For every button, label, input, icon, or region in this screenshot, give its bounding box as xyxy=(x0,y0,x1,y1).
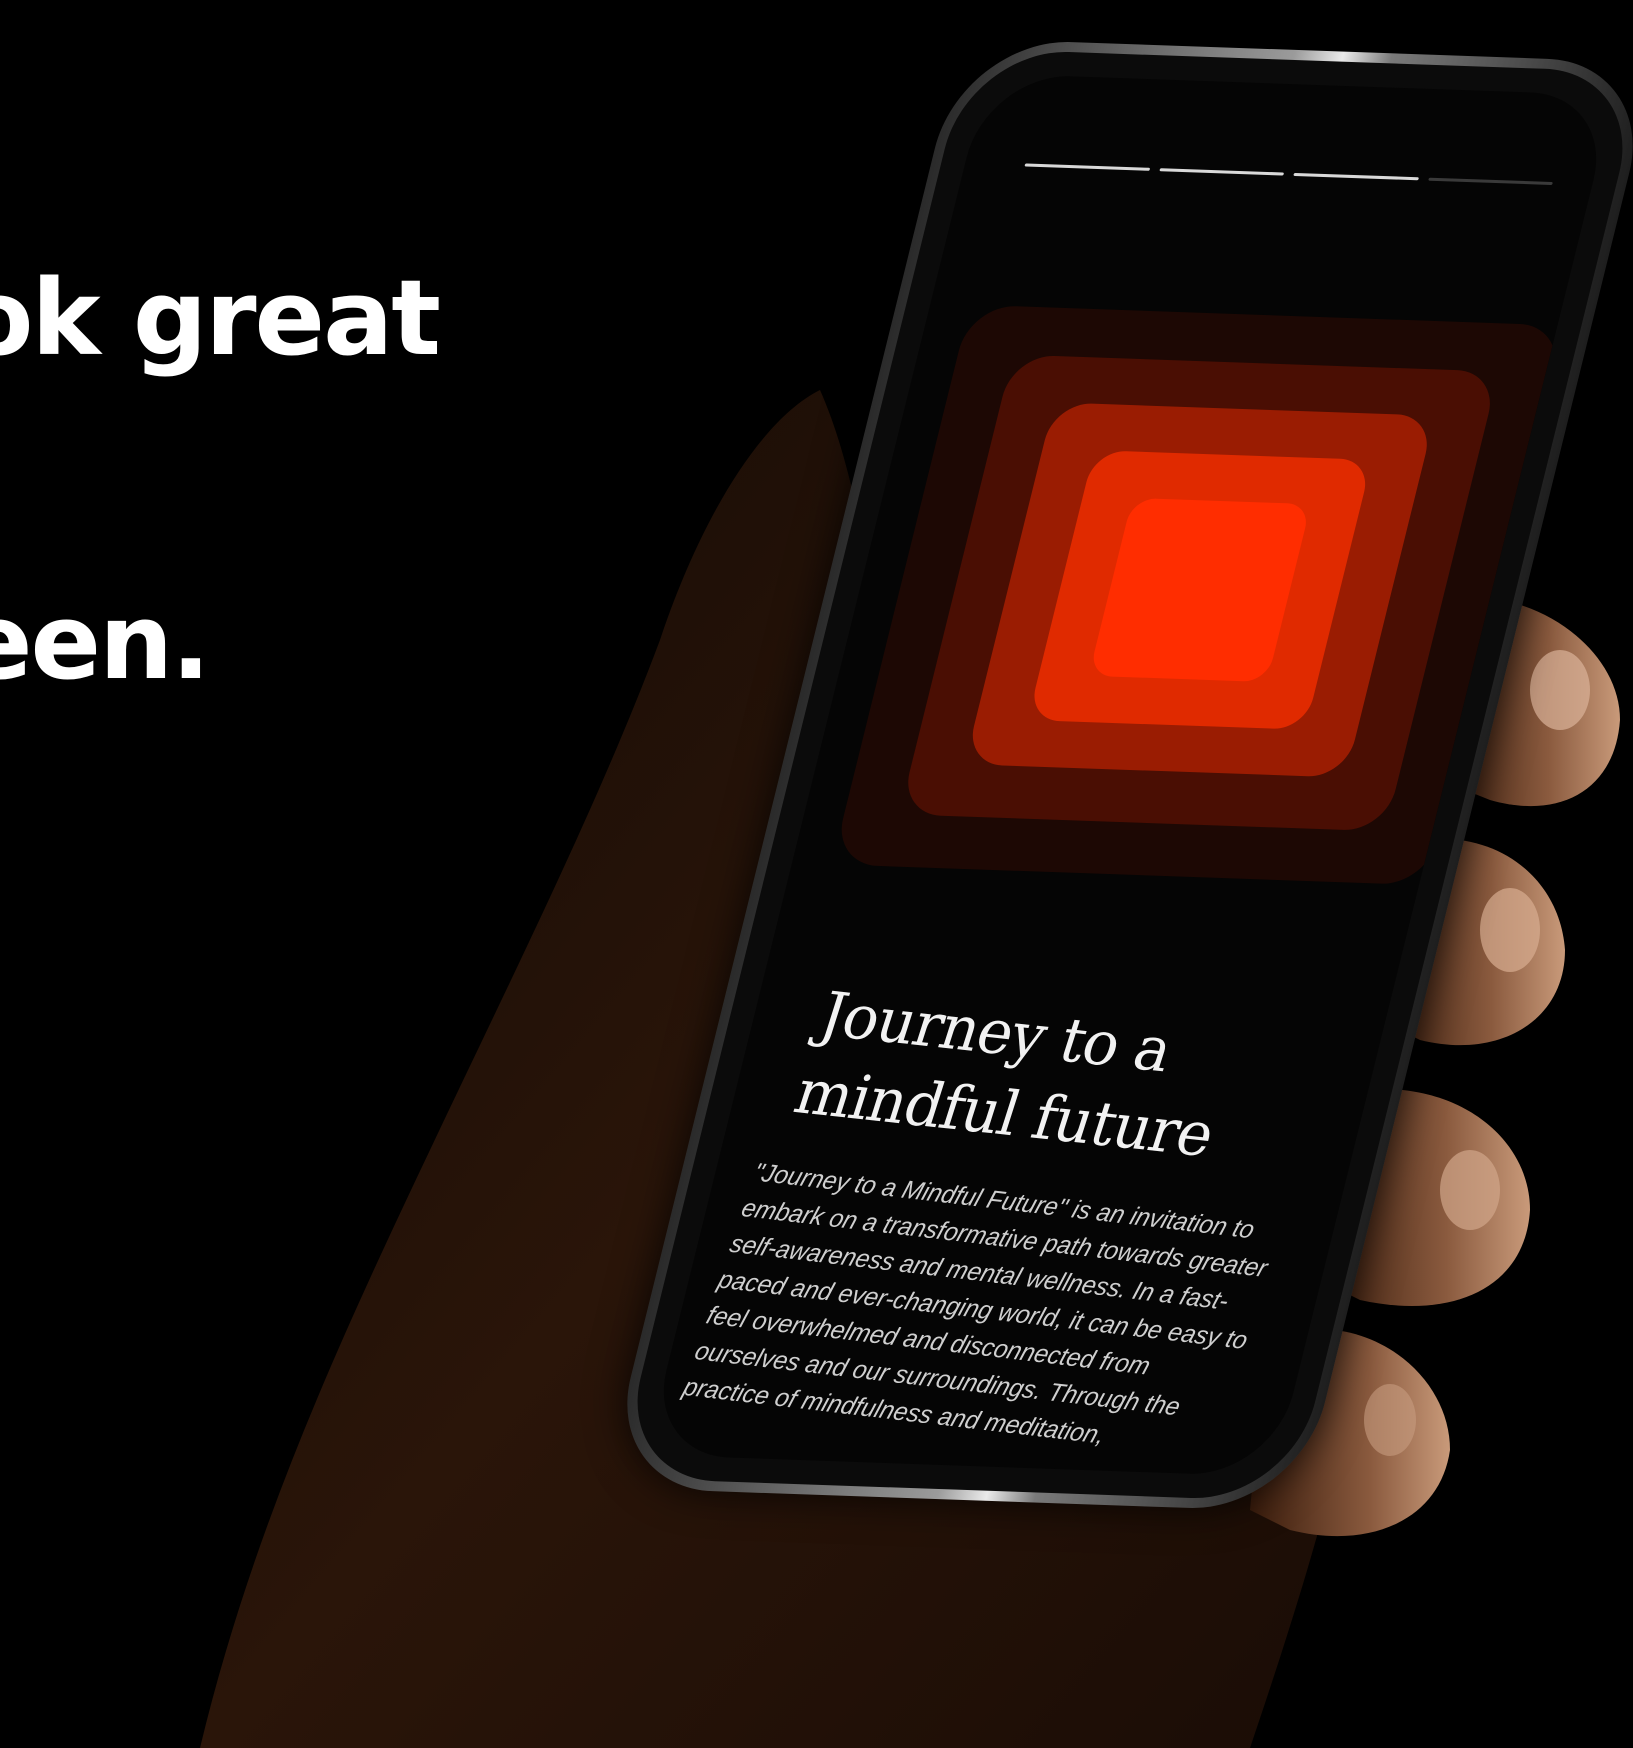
progress-segment-4 xyxy=(1427,177,1553,185)
progress-segment-3 xyxy=(1293,172,1419,181)
hero-headline: ok great een. xyxy=(0,48,441,912)
article-title: Journey to a mindful future xyxy=(785,975,1340,1185)
headline-line-1: ok great xyxy=(0,257,441,379)
phone-mockup: Journey to a mindful future "Journey to … xyxy=(600,20,1633,1600)
story-progress xyxy=(1024,163,1553,185)
progress-segment-2 xyxy=(1158,168,1285,176)
phone-screen: Journey to a mindful future "Journey to … xyxy=(645,73,1615,1477)
progress-segment-1 xyxy=(1024,163,1150,171)
headline-line-2: een. xyxy=(0,581,211,703)
article-body: "Journey to a Mindful Future" is an invi… xyxy=(679,1158,1272,1450)
phone-bezel: Journey to a mindful future "Journey to … xyxy=(615,48,1633,1502)
nested-squares-artwork xyxy=(831,304,1566,886)
phone-body: Journey to a mindful future "Journey to … xyxy=(603,38,1633,1512)
hero-stage: ok great een. xyxy=(0,0,1633,1748)
